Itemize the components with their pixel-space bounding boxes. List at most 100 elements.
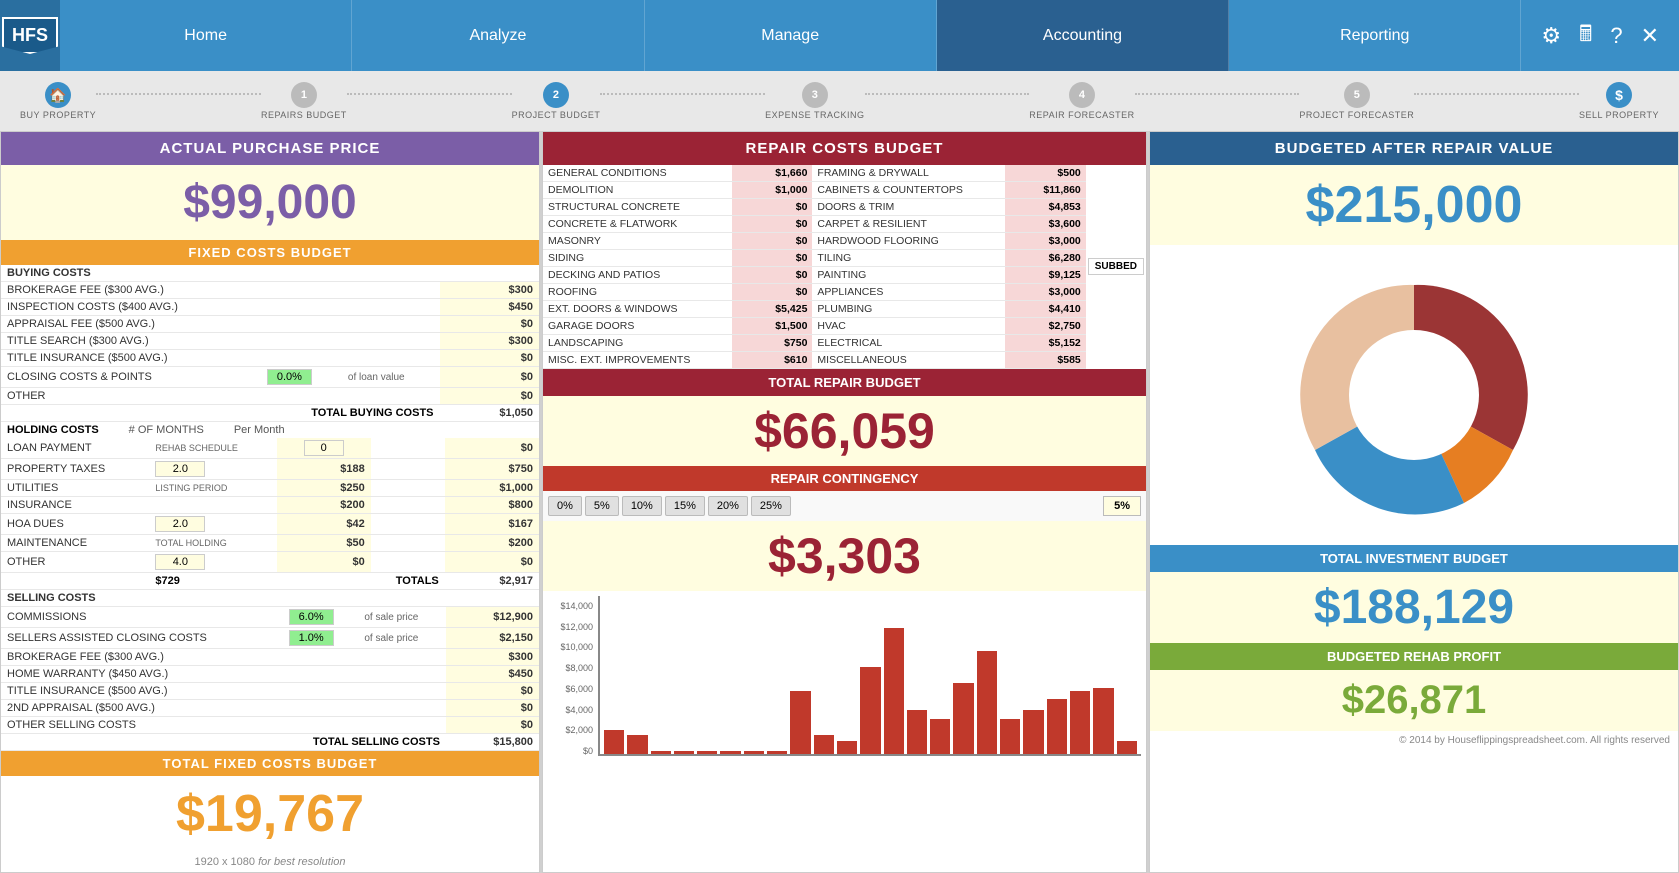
step-project-budget[interactable]: 2 PROJECT BUDGET [512,82,601,120]
selling-item-2-value: $300 [446,649,539,666]
step-sell-property[interactable]: $ SELL PROPERTY [1579,82,1659,120]
selling-total-value: $15,800 [446,734,539,751]
step-circle-buy: 🏠 [45,82,71,108]
repair-right-2-value: $4,853 [1005,199,1086,216]
holding-item-6-value: $0 [445,552,539,573]
contingency-btn-5[interactable]: 25% [751,496,791,516]
table-row: OTHER $0 [1,388,539,405]
bar-21 [1070,691,1090,754]
step-circle-repairs: 1 [291,82,317,108]
copyright-text: © 2014 by Houseflippingspreadsheet.com. … [1150,731,1678,750]
resolution-suffix: for best resolution [258,856,345,868]
repair-right-5-value: $6,280 [1005,250,1086,267]
bar-18 [1000,719,1020,754]
contingency-pct-display: 5% [1103,496,1141,516]
holding-item-2-label: UTILITIES [1,480,149,497]
contingency-buttons-row: 0% 5% 10% 15% 20% 25% 5% [543,491,1146,521]
step-repairs-budget[interactable]: 1 REPAIRS BUDGET [261,82,347,120]
table-row: INSPECTION COSTS ($400 Avg.) $450 [1,299,539,316]
purchase-price-value: $99,000 [1,165,539,240]
buying-item-1-label: INSPECTION COSTS ($400 Avg.) [1,299,261,316]
nav-reporting[interactable]: Reporting [1229,0,1521,71]
table-row: LANDSCAPING $750 ELECTRICAL $5,152 [543,335,1146,352]
months-label: # OF MONTHS [129,424,204,436]
contingency-btn-4[interactable]: 20% [708,496,748,516]
logo[interactable]: HFS [0,0,60,71]
arv-value: $215,000 [1150,165,1678,245]
contingency-btn-2[interactable]: 10% [622,496,662,516]
repair-left-0-label: GENERAL CONDITIONS [543,165,732,182]
repair-right-0-label: FRAMING & DRYWALL [812,165,1005,182]
repair-bar-chart: $14,000 $12,000 $10,000 $8,000 $6,000 $4… [543,591,1146,791]
other-months-input[interactable] [155,554,205,570]
calculator-icon[interactable]: 🖩 [1579,17,1592,55]
nav-home[interactable]: Home [60,0,352,71]
repair-right-7-value: $3,000 [1005,284,1086,301]
repair-right-2-label: DOORS & TRIM [812,199,1005,216]
table-row: GENERAL CONDITIONS $1,660 FRAMING & DRYW… [543,165,1146,182]
selling-item-5-label: 2ND APPRAISAL ($500 Avg.) [1,700,283,717]
step-dots-2 [347,93,512,95]
bar-12 [860,667,880,754]
contingency-btn-0[interactable]: 0% [548,496,582,516]
donut-hole [1349,330,1479,460]
nav-analyze[interactable]: Analyze [352,0,644,71]
purchase-price-header: ACTUAL PURCHASE PRICE [1,132,539,165]
y-label-5: $4,000 [548,705,593,715]
repair-left-2-value: $0 [732,199,813,216]
contingency-btn-1[interactable]: 5% [585,496,619,516]
top-navigation: HFS Home Analyze Manage Accounting Repor… [0,0,1679,71]
step-project-forecaster[interactable]: 5 PROJECT FORECASTER [1299,82,1414,120]
repair-left-10-label: LANDSCAPING [543,335,732,352]
holding-item-6-label: OTHER [1,552,149,573]
total-repair-value: $66,059 [543,396,1146,466]
contingency-value: $3,303 [543,521,1146,591]
repair-left-4-value: $0 [732,233,813,250]
bar-8 [767,751,787,754]
nav-accounting[interactable]: Accounting [937,0,1229,71]
nav-manage[interactable]: Manage [645,0,937,71]
arv-header: BUDGETED AFTER REPAIR VALUE [1150,132,1678,165]
repair-right-6-label: PAINTING [812,267,1005,284]
table-row: MAINTENANCE TOTAL HOLDING $50 $200 [1,535,539,552]
donut-svg [1264,255,1564,535]
repair-right-5-label: TILING [812,250,1005,267]
subbed-label: SUBBED [1088,258,1144,275]
step-buy-property[interactable]: 🏠 BUY PROPERTY [20,82,96,120]
selling-item-6-label: OTHER SELLING COSTS [1,717,283,734]
table-row: CONCRETE & FLATWORK $0 CARPET & RESILIEN… [543,216,1146,233]
loan-payment-input[interactable] [277,438,371,459]
table-row: SELLERS ASSISTED CLOSING COSTS of sale p… [1,628,539,649]
repair-right-4-value: $3,000 [1005,233,1086,250]
step-label-repairs: REPAIRS BUDGET [261,110,347,120]
repair-right-11-value: $585 [1005,352,1086,369]
hoa-months-input[interactable] [155,516,205,532]
commission-pct-input[interactable] [289,609,334,625]
sellers-closing-suffix: of sale price [358,628,446,649]
buying-total-value: $1,050 [440,405,539,422]
closing-costs-pct-input[interactable] [267,369,312,385]
bar-22 [1093,688,1113,754]
investment-value: $188,129 [1150,572,1678,643]
repair-left-11-value: $610 [732,352,813,369]
repair-left-8-label: EXT. DOORS & WINDOWS [543,301,732,318]
donut-chart [1150,245,1678,545]
sellers-closing-pct-input[interactable] [289,630,334,646]
y-label-3: $8,000 [548,663,593,673]
contingency-btn-3[interactable]: 15% [665,496,705,516]
close-icon[interactable]: ✕ [1641,23,1659,49]
buying-item-0-value: $300 [440,282,539,299]
settings-icon[interactable]: ⚙ [1541,23,1561,49]
help-icon[interactable]: ? [1610,23,1622,49]
resolution-note: 1920 x 1080 for best resolution [1,852,539,872]
property-tax-months-input[interactable] [155,461,205,477]
y-label-0: $14,000 [548,601,593,611]
step-expense-tracking[interactable]: 3 EXPENSE TRACKING [765,82,864,120]
repair-left-6-value: $0 [732,267,813,284]
repair-left-9-value: $1,500 [732,318,813,335]
repair-right-7-label: APPLIANCES [812,284,1005,301]
step-repair-forecaster[interactable]: 4 REPAIR FORECASTER [1029,82,1134,120]
total-holding-label: TOTAL HOLDING [149,535,276,552]
y-label-6: $2,000 [548,725,593,735]
rehab-profit-value: $26,871 [1150,670,1678,731]
